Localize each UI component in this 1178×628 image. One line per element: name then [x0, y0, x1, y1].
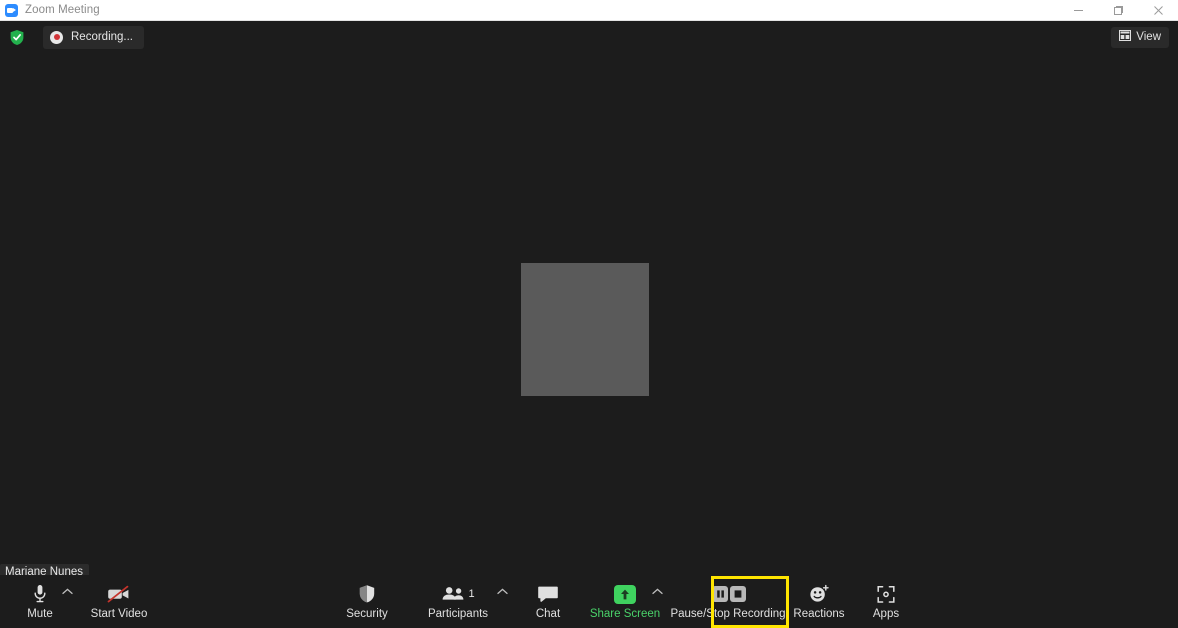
share-screen-label: Share Screen: [589, 608, 661, 620]
participants-button[interactable]: 1 Participants: [424, 575, 492, 628]
zoom-meeting-window: Zoom Meeting Recording... View Mariane N…: [0, 0, 1178, 628]
recording-label: Recording...: [71, 31, 134, 43]
pause-stop-recording-icon: [704, 583, 752, 605]
view-grid-icon: [1119, 28, 1132, 46]
video-tile[interactable]: [521, 263, 649, 396]
close-icon[interactable]: [1138, 0, 1178, 21]
mute-label: Mute: [27, 608, 53, 620]
share-screen-icon: [614, 583, 636, 605]
apps-icon: [876, 583, 896, 605]
share-options-chevron-up-icon[interactable]: [652, 587, 663, 598]
zoom-logo-icon: [5, 3, 18, 17]
security-shield-check-icon[interactable]: [9, 29, 25, 46]
recording-indicator[interactable]: Recording...: [43, 25, 145, 49]
view-button[interactable]: View: [1111, 26, 1169, 48]
chat-label: Chat: [535, 608, 561, 620]
camera-off-icon: [106, 583, 132, 605]
security-button[interactable]: Security: [339, 575, 395, 628]
window-controls: [1058, 0, 1178, 21]
reactions-button[interactable]: Reactions: [791, 575, 847, 628]
share-screen-button[interactable]: Share Screen: [589, 575, 661, 628]
security-label: Security: [346, 608, 388, 620]
title-bar: Zoom Meeting: [0, 0, 1178, 21]
apps-button[interactable]: Apps: [864, 575, 908, 628]
reactions-label: Reactions: [793, 608, 845, 620]
participants-icon: 1: [441, 583, 475, 605]
meeting-status-bar: Recording... View: [0, 21, 1178, 53]
pause-stop-recording-label: Pause/Stop Recording: [670, 608, 786, 620]
chat-bubble-icon: [537, 583, 559, 605]
mute-button[interactable]: Mute: [18, 575, 62, 628]
maximize-icon[interactable]: [1098, 0, 1138, 21]
audio-options-chevron-up-icon[interactable]: [62, 587, 73, 598]
microphone-icon: [33, 583, 47, 605]
view-label: View: [1136, 31, 1161, 43]
start-video-label: Start Video: [90, 608, 148, 620]
recording-dot-icon: [50, 30, 63, 44]
reactions-smiley-icon: [808, 583, 830, 605]
meeting-stage: Mariane Nunes: [0, 53, 1178, 581]
participants-label: Participants: [427, 608, 489, 620]
minimize-icon[interactable]: [1058, 0, 1098, 21]
apps-label: Apps: [872, 608, 900, 620]
window-title: Zoom Meeting: [25, 4, 100, 16]
chat-button[interactable]: Chat: [524, 575, 572, 628]
participants-count: 1: [468, 587, 475, 600]
start-video-button[interactable]: Start Video: [86, 575, 152, 628]
participants-options-chevron-up-icon[interactable]: [497, 587, 508, 598]
shield-icon: [358, 583, 376, 605]
meeting-toolbar: Mute Start Video Security 1 Participants…: [0, 575, 1178, 628]
pause-stop-recording-button[interactable]: Pause/Stop Recording: [670, 575, 786, 628]
